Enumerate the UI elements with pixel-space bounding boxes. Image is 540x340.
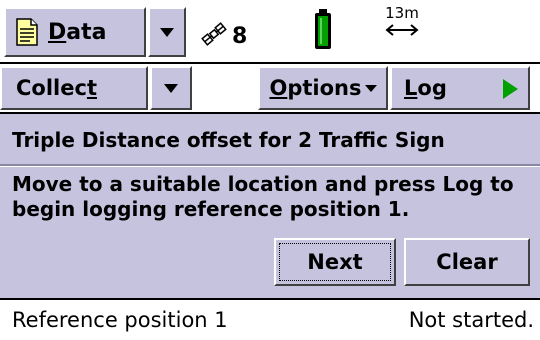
next-button[interactable]: Next [274, 238, 396, 286]
double-arrow-icon [382, 22, 422, 41]
action-toolbar: Collect Options Log [0, 62, 540, 110]
next-label: Next [307, 250, 363, 274]
collect-label: Collect [16, 76, 97, 100]
options-button[interactable]: Options [258, 66, 388, 110]
satellite-icon [200, 20, 228, 52]
data-menu-label: Data [48, 19, 107, 45]
document-icon [16, 18, 38, 46]
satellite-status[interactable]: 8 [200, 20, 247, 52]
instruction-text: Move to a suitable location and press Lo… [12, 172, 514, 221]
clear-button[interactable]: Clear [404, 238, 530, 286]
offset-panel: Triple Distance offset for 2 Traffic Sig… [0, 112, 540, 298]
play-icon [503, 79, 518, 99]
status-label: Reference position 1 [12, 308, 228, 332]
divider [0, 164, 540, 167]
status-value: Not started. [408, 308, 534, 332]
precision-value: 13m [385, 4, 419, 22]
satellite-count: 8 [232, 23, 248, 49]
precision-indicator[interactable]: 13m [382, 4, 422, 41]
chevron-down-icon [364, 84, 377, 92]
log-label: Log [404, 76, 447, 100]
options-label: Options [269, 76, 362, 100]
clear-label: Clear [436, 250, 498, 274]
panel-title: Triple Distance offset for 2 Traffic Sig… [12, 128, 445, 152]
top-status-bar: Data 8 13m [0, 0, 540, 62]
chevron-down-icon [160, 27, 174, 37]
log-button[interactable]: Log [390, 66, 530, 110]
battery-icon[interactable] [313, 8, 333, 54]
collect-dropdown-button[interactable] [150, 66, 192, 110]
collect-button[interactable]: Collect [0, 66, 148, 110]
data-dropdown-button[interactable] [148, 7, 186, 57]
chevron-down-icon [164, 83, 178, 93]
status-row: Reference position 1 Not started. [0, 298, 540, 340]
data-menu-button[interactable]: Data [4, 7, 146, 57]
